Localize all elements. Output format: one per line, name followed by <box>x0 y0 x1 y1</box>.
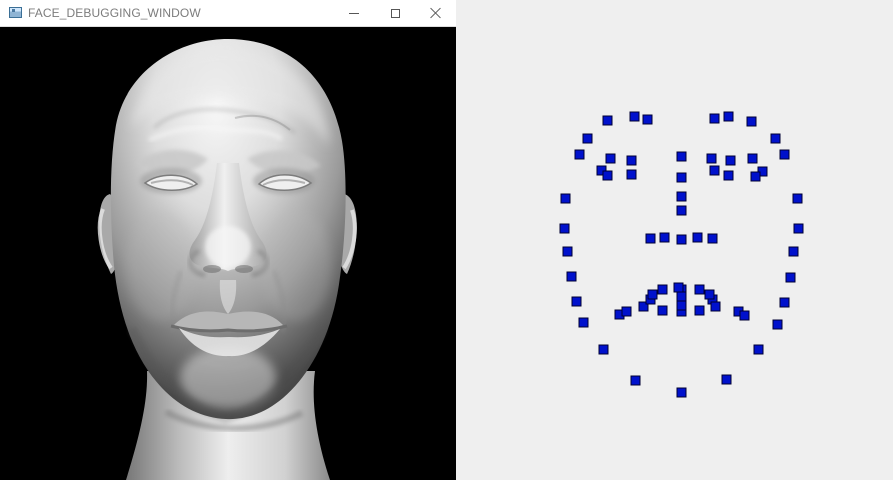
landmark-point-68 <box>676 300 687 311</box>
landmark-point-38 <box>626 155 637 166</box>
rendered-face-viewport <box>0 27 456 480</box>
landmark-point-48 <box>621 306 632 317</box>
landmark-point-23 <box>723 111 734 122</box>
landmark-point-28 <box>676 172 687 183</box>
maximize-button[interactable] <box>372 0 418 26</box>
facial-landmark-plot <box>559 111 804 398</box>
landmark-point-63 <box>574 149 585 160</box>
landmark-point-53 <box>694 284 705 295</box>
landmark-point-32 <box>659 232 670 243</box>
landmark-point-13 <box>779 297 790 308</box>
landmark-point-8 <box>630 375 641 386</box>
landmark-point-1 <box>560 193 571 204</box>
landmark-point-15 <box>788 246 799 257</box>
landmark-point-6 <box>578 317 589 328</box>
landmark-point-2 <box>559 223 570 234</box>
landmark-point-4 <box>566 271 577 282</box>
landmark-point-17 <box>792 193 803 204</box>
landmark-point-24 <box>746 116 757 127</box>
window-title-bar[interactable]: FACE_DEBUGGING_WINDOW <box>0 0 456 27</box>
face-debugging-window: FACE_DEBUGGING_WINDOW <box>0 0 456 480</box>
landmark-point-65 <box>673 282 684 293</box>
landmark-point-46 <box>723 170 734 181</box>
facial-landmark-debug-panel <box>456 0 893 480</box>
landmark-point-40 <box>602 170 613 181</box>
landmark-point-34 <box>692 232 703 243</box>
landmark-point-29 <box>676 191 687 202</box>
rendered-face-image <box>0 27 456 480</box>
landmark-point-3 <box>562 246 573 257</box>
landmark-point-7 <box>598 344 609 355</box>
landmark-point-10 <box>721 374 732 385</box>
close-button[interactable] <box>413 0 459 26</box>
landmark-point-19 <box>602 115 613 126</box>
minimize-icon <box>349 13 359 14</box>
landmark-point-25 <box>770 133 781 144</box>
landmark-point-66 <box>647 289 658 300</box>
window-app-icon <box>9 7 22 18</box>
landmark-point-39 <box>626 169 637 180</box>
landmark-point-58 <box>657 305 668 316</box>
landmark-point-62 <box>676 291 687 302</box>
landmark-point-43 <box>747 153 758 164</box>
landmark-point-14 <box>785 272 796 283</box>
landmark-point-55 <box>710 301 721 312</box>
landmark-point-30 <box>676 205 687 216</box>
landmark-point-41 <box>709 165 720 176</box>
maximize-icon <box>390 8 400 18</box>
landmark-point-60 <box>694 305 705 316</box>
window-title: FACE_DEBUGGING_WINDOW <box>28 6 201 20</box>
landmark-point-33 <box>676 234 687 245</box>
landmark-point-45 <box>750 171 761 182</box>
landmark-point-42 <box>725 155 736 166</box>
landmark-point-26 <box>779 149 790 160</box>
landmark-point-16 <box>793 223 804 234</box>
landmark-point-21 <box>642 114 653 125</box>
face-debugging-screen: FACE_DEBUGGING_WINDOW <box>0 0 893 480</box>
landmark-point-37 <box>605 153 616 164</box>
landmark-point-27 <box>676 151 687 162</box>
landmark-point-51 <box>657 284 668 295</box>
landmark-point-35 <box>707 233 718 244</box>
landmark-point-64 <box>706 153 717 164</box>
landmark-point-11 <box>753 344 764 355</box>
landmark-point-20 <box>629 111 640 122</box>
minimize-button[interactable] <box>331 0 377 26</box>
landmark-point-5 <box>571 296 582 307</box>
close-icon <box>430 7 442 19</box>
landmark-point-57 <box>739 310 750 321</box>
landmark-point-31 <box>645 233 656 244</box>
landmark-point-18 <box>582 133 593 144</box>
landmark-point-12 <box>772 319 783 330</box>
landmark-point-67 <box>704 289 715 300</box>
landmark-point-22 <box>709 113 720 124</box>
landmark-point-9 <box>676 387 687 398</box>
